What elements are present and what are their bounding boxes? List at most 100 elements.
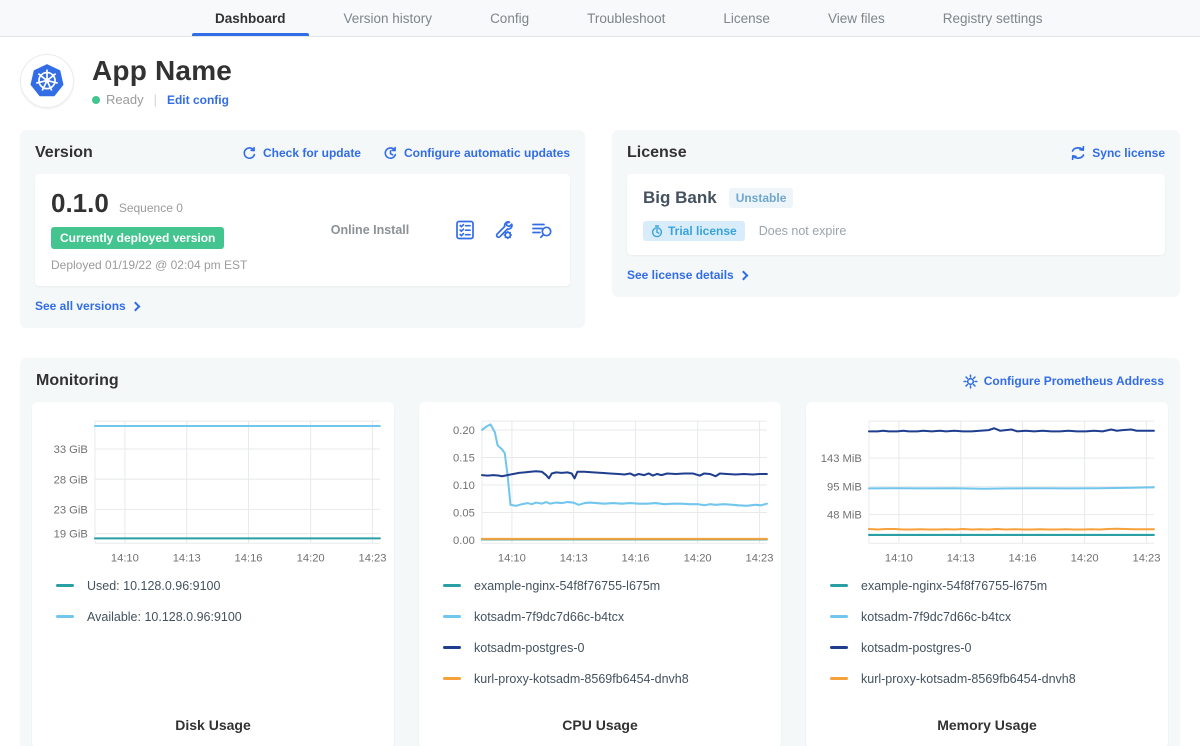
tab-troubleshoot[interactable]: Troubleshoot: [558, 0, 694, 36]
refresh-icon: [242, 146, 257, 161]
deployed-badge: Currently deployed version: [51, 227, 224, 249]
divider: |: [154, 92, 157, 107]
svg-text:19 GiB: 19 GiB: [54, 529, 88, 541]
legend-swatch: [830, 615, 848, 618]
legend-swatch: [443, 584, 461, 587]
legend-swatch: [443, 646, 461, 649]
svg-text:14:10: 14:10: [885, 553, 913, 565]
edit-config-link[interactable]: Edit config: [167, 93, 229, 107]
legend-label: kotsadm-7f9dc7d66c-b4tcx: [474, 610, 624, 624]
memory-usage-chart-card: 48 MiB95 MiB143 MiB14:1014:1314:1614:201…: [806, 402, 1168, 746]
svg-text:0.00: 0.00: [453, 535, 475, 547]
disk-usage-chart: 19 GiB23 GiB28 GiB33 GiB14:1014:1314:161…: [40, 412, 386, 569]
ready-status-dot: [92, 96, 100, 104]
edit-config-icon[interactable]: [492, 219, 514, 241]
deployed-timestamp: Deployed 01/19/22 @ 02:04 pm EST: [51, 258, 286, 272]
customer-name: Big Bank: [643, 188, 717, 208]
svg-text:143 MiB: 143 MiB: [821, 453, 862, 465]
legend-swatch: [830, 646, 848, 649]
version-number: 0.1.0: [51, 188, 109, 219]
configure-prometheus-button[interactable]: Configure Prometheus Address: [963, 374, 1164, 389]
install-type-label: Online Install: [286, 223, 454, 237]
legend-item: kotsadm-7f9dc7d66c-b4tcx: [830, 610, 1160, 624]
svg-text:0.20: 0.20: [453, 425, 475, 437]
legend-swatch: [830, 584, 848, 587]
disk-usage-legend: Used: 10.128.0.96:9100Available: 10.128.…: [56, 579, 386, 641]
chart-title: CPU Usage: [427, 703, 773, 746]
version-card: Version Check for update: [20, 130, 585, 328]
svg-text:14:10: 14:10: [498, 553, 526, 565]
svg-text:48 MiB: 48 MiB: [827, 510, 862, 522]
sync-icon: [1070, 146, 1086, 160]
tab-config[interactable]: Config: [461, 0, 558, 36]
sync-license-button[interactable]: Sync license: [1070, 146, 1165, 160]
trial-license-badge: Trial license: [643, 221, 745, 241]
legend-item: kotsadm-postgres-0: [830, 641, 1160, 655]
chevron-right-icon: [738, 270, 748, 280]
cpu-usage-chart: 0.000.050.100.150.2014:1014:1314:1614:20…: [427, 412, 773, 569]
svg-text:0.05: 0.05: [453, 508, 475, 520]
license-card-title: License: [627, 144, 687, 162]
gear-icon: [963, 374, 978, 389]
license-summary-row: Big Bank Unstable Trial license Does not…: [627, 174, 1165, 255]
legend-swatch: [443, 677, 461, 680]
svg-text:28 GiB: 28 GiB: [54, 474, 88, 486]
legend-swatch: [443, 615, 461, 618]
svg-text:14:20: 14:20: [1071, 553, 1099, 565]
legend-label: kurl-proxy-kotsadm-8569fb6454-dnvh8: [474, 672, 689, 686]
tab-registry-settings[interactable]: Registry settings: [914, 0, 1072, 36]
legend-label: kotsadm-postgres-0: [474, 641, 584, 655]
legend-item: kurl-proxy-kotsadm-8569fb6454-dnvh8: [830, 672, 1160, 686]
legend-label: kotsadm-postgres-0: [861, 641, 971, 655]
svg-text:14:16: 14:16: [1009, 553, 1037, 565]
see-license-details-link[interactable]: See license details: [627, 268, 1165, 282]
channel-badge: Unstable: [729, 188, 794, 208]
tab-license[interactable]: License: [694, 0, 799, 36]
cpu-usage-chart-card: 0.000.050.100.150.2014:1014:1314:1614:20…: [419, 402, 781, 746]
legend-label: example-nginx-54f8f76755-l675m: [474, 579, 660, 593]
configure-automatic-updates-button[interactable]: Configure automatic updates: [383, 146, 570, 161]
tab-dashboard[interactable]: Dashboard: [186, 0, 315, 36]
svg-text:14:13: 14:13: [560, 553, 588, 565]
see-all-versions-link[interactable]: See all versions: [35, 299, 570, 313]
app-header: App Name Ready | Edit config: [20, 54, 1180, 108]
chevron-right-icon: [130, 301, 140, 311]
monitoring-section: Monitoring Configure Prometheus Address …: [20, 358, 1180, 746]
svg-text:14:23: 14:23: [745, 553, 773, 565]
memory-usage-legend: example-nginx-54f8f76755-l675m kotsadm-7f…: [830, 579, 1160, 703]
legend-label: kurl-proxy-kotsadm-8569fb6454-dnvh8: [861, 672, 1076, 686]
svg-text:14:20: 14:20: [297, 553, 325, 565]
legend-item: kotsadm-postgres-0: [443, 641, 773, 655]
expiry-text: Does not expire: [759, 224, 847, 238]
legend-item: kotsadm-7f9dc7d66c-b4tcx: [443, 610, 773, 624]
status-text: Ready: [106, 92, 144, 107]
svg-text:14:13: 14:13: [947, 553, 975, 565]
preflight-checks-icon[interactable]: [454, 219, 476, 241]
svg-text:95 MiB: 95 MiB: [827, 482, 862, 494]
sequence-label: Sequence 0: [119, 201, 183, 215]
svg-text:33 GiB: 33 GiB: [54, 444, 88, 456]
legend-label: kotsadm-7f9dc7d66c-b4tcx: [861, 610, 1011, 624]
legend-swatch: [830, 677, 848, 680]
stopwatch-icon: [651, 225, 663, 238]
schedule-update-icon: [383, 146, 398, 161]
svg-text:14:23: 14:23: [358, 553, 386, 565]
kubernetes-logo-icon: [20, 54, 74, 108]
tab-version-history[interactable]: Version history: [315, 0, 462, 36]
cpu-usage-legend: example-nginx-54f8f76755-l675m kotsadm-7f…: [443, 579, 773, 703]
legend-swatch: [56, 584, 74, 587]
chart-title: Disk Usage: [40, 703, 386, 746]
svg-text:14:13: 14:13: [173, 553, 201, 565]
version-card-title: Version: [35, 144, 93, 162]
check-for-update-button[interactable]: Check for update: [242, 146, 361, 161]
legend-label: example-nginx-54f8f76755-l675m: [861, 579, 1047, 593]
tab-view-files[interactable]: View files: [799, 0, 914, 36]
current-version-row: 0.1.0 Sequence 0 Currently deployed vers…: [35, 174, 570, 286]
license-card: License Sync license Big Bank Unstable: [612, 130, 1180, 297]
svg-text:14:10: 14:10: [111, 553, 139, 565]
legend-item: example-nginx-54f8f76755-l675m: [830, 579, 1160, 593]
deploy-logs-icon[interactable]: [530, 219, 554, 241]
legend-swatch: [56, 615, 74, 618]
page-title: App Name: [92, 55, 232, 87]
svg-text:14:16: 14:16: [622, 553, 650, 565]
